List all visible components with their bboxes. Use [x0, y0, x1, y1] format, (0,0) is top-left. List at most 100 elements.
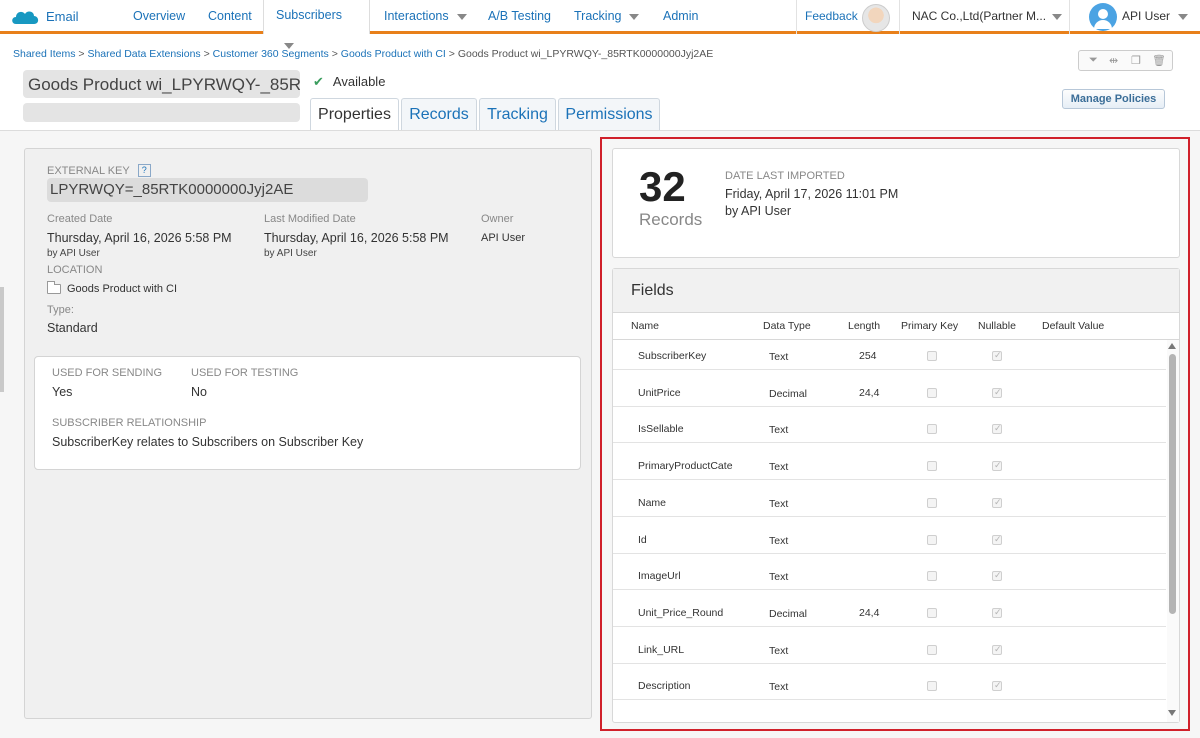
column-header-default-value[interactable]: Default Value [1042, 320, 1104, 332]
chevron-down-icon [629, 13, 640, 20]
nullable-checkbox[interactable] [992, 680, 1002, 692]
nullable-checkbox[interactable] [992, 460, 1002, 472]
imported-by: by API User [725, 204, 791, 218]
nullable-checkbox[interactable] [992, 644, 1002, 655]
status-text: Available [332, 74, 386, 89]
field-name[interactable]: SubscriberKey [638, 350, 706, 362]
record-count: 32 [639, 163, 686, 210]
status-available: ✔ Available [313, 74, 385, 90]
column-header-nullable[interactable]: Nullable [978, 320, 1016, 332]
nullable-checkbox[interactable] [992, 497, 1002, 508]
type-value: Standard [47, 321, 98, 335]
primary-key-checkbox[interactable] [927, 571, 937, 582]
field-name[interactable]: IsSellable [638, 423, 684, 435]
primary-key-checkbox[interactable] [927, 497, 937, 508]
org-switcher[interactable]: NAC Co.,Ltd(Partner M... [912, 9, 1063, 23]
field-data-type: Text [769, 424, 789, 437]
trash-icon[interactable]: 🗑 [1152, 54, 1166, 67]
feedback-link[interactable]: Feedback [805, 9, 858, 23]
field-data-type: Text [769, 644, 789, 657]
user-name: API User [1122, 9, 1171, 23]
breadcrumb-separator: > [203, 48, 210, 60]
breadcrumb-separator: > [78, 48, 85, 60]
nullable-checkbox[interactable] [992, 387, 1002, 398]
field-name[interactable]: Link_URL [638, 644, 684, 656]
primary-key-checkbox[interactable] [927, 424, 937, 435]
primary-key-checkbox[interactable] [927, 644, 937, 655]
field-name[interactable]: UnitPrice [638, 387, 681, 399]
description-field[interactable] [23, 103, 300, 122]
nav-overview[interactable]: Overview [133, 0, 185, 34]
data-extension-name[interactable]: Goods Product wi_LPYRWQY-_85RT [23, 70, 300, 98]
breadcrumb-goods-product[interactable]: Goods Product with CI [341, 48, 446, 60]
scrollbar-thumb[interactable] [1169, 354, 1176, 614]
tab-permissions[interactable]: Permissions [558, 98, 660, 131]
nullable-checkbox[interactable] [992, 423, 1002, 435]
breadcrumb-customer-360[interactable]: Customer 360 Segments [213, 48, 329, 60]
filter-icon[interactable]: ⏷ [1089, 54, 1098, 67]
move-icon[interactable]: ⇹ [1109, 54, 1118, 67]
side-handle[interactable] [0, 287, 4, 392]
nullable-checkbox[interactable] [992, 607, 1002, 618]
divider [1069, 0, 1070, 34]
created-date-label: Created Date [47, 213, 113, 225]
primary-key-checkbox[interactable] [927, 461, 937, 472]
divider [796, 0, 797, 34]
tab-properties[interactable]: Properties [310, 98, 399, 132]
help-icon[interactable]: ? [137, 164, 151, 177]
column-header-length[interactable]: Length [848, 320, 880, 332]
row-divider [613, 589, 1166, 591]
nav-ab-testing[interactable]: A/B Testing [488, 0, 551, 34]
column-header-data-type[interactable]: Data Type [763, 320, 811, 332]
nav-interactions[interactable]: Interactions [384, 0, 467, 34]
tab-tracking[interactable]: Tracking [479, 98, 556, 131]
primary-key-checkbox[interactable] [927, 351, 937, 361]
field-length: 24,4 [859, 386, 880, 399]
nav-subscribers[interactable]: Subscribers [263, 0, 370, 49]
salesforce-cloud-logo[interactable] [10, 7, 40, 27]
nullable-checkbox[interactable] [992, 534, 1002, 545]
user-menu[interactable]: API User [1122, 9, 1189, 23]
copy-icon[interactable]: ❐ [1131, 54, 1141, 67]
primary-key-checkbox[interactable] [927, 681, 937, 692]
primary-key-checkbox[interactable] [927, 534, 937, 545]
location-link[interactable]: Goods Product with CI [67, 283, 177, 295]
field-name[interactable]: PrimaryProductCate [638, 460, 733, 472]
nullable-checkbox[interactable] [992, 350, 1002, 361]
used-for-sending-label: USED FOR SENDING [52, 367, 163, 379]
type-label: Type: [47, 304, 74, 316]
chevron-down-icon [1178, 13, 1189, 20]
field-name[interactable]: ImageUrl [638, 570, 681, 582]
nav-tracking[interactable]: Tracking [574, 0, 640, 34]
records-summary-card [612, 148, 1180, 258]
field-name[interactable]: Id [638, 534, 647, 546]
breadcrumb-shared-data-extensions[interactable]: Shared Data Extensions [87, 48, 200, 60]
manage-policies-button[interactable]: Manage Policies [1062, 89, 1165, 109]
nullable-checkbox[interactable] [992, 570, 1002, 582]
field-length: 254 [859, 350, 877, 362]
nav-admin[interactable]: Admin [663, 0, 698, 34]
scroll-down-icon[interactable] [1168, 710, 1176, 716]
scroll-up-icon[interactable] [1168, 343, 1176, 349]
row-divider [613, 369, 1166, 370]
user-avatar-icon[interactable] [1089, 3, 1117, 31]
field-name[interactable]: Name [638, 497, 666, 509]
top-navigation: Email Overview Content Subscribers Inter… [0, 0, 1200, 49]
nav-content[interactable]: Content [208, 0, 252, 34]
primary-key-checkbox[interactable] [927, 387, 937, 398]
breadcrumb-shared-items[interactable]: Shared Items [13, 48, 75, 60]
location-label: LOCATION [47, 264, 103, 276]
column-header-name[interactable]: Name [631, 320, 659, 332]
column-header-primary-key[interactable]: Primary Key [901, 320, 958, 332]
created-by: by API User [47, 248, 100, 259]
divider [899, 0, 900, 34]
einstein-avatar-icon[interactable] [862, 4, 890, 32]
tab-records[interactable]: Records [401, 98, 477, 131]
external-key-value[interactable]: LPYRWQY=_85RTK0000000Jyj2AE [47, 178, 368, 202]
field-name[interactable]: Unit_Price_Round [638, 607, 723, 619]
field-data-type: Text [769, 497, 789, 510]
field-name[interactable]: Description [638, 680, 691, 692]
primary-key-checkbox[interactable] [927, 607, 937, 618]
app-name[interactable]: Email [46, 9, 79, 24]
subscriber-relationship-value: SubscriberKey relates to Subscribers on … [52, 435, 364, 449]
